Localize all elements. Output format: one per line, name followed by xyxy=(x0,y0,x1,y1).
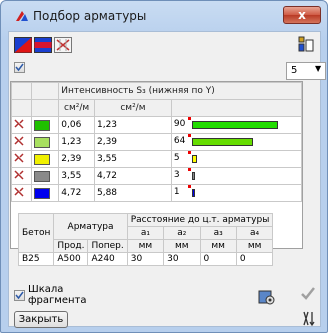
row-percent: 90 xyxy=(173,119,186,129)
row-from-value: 0,06 xyxy=(58,116,95,134)
long-label: Прод. xyxy=(53,239,89,253)
row-bar-fill xyxy=(191,138,253,146)
a4-value[interactable]: 0 xyxy=(235,252,274,266)
row-edit-icon[interactable] xyxy=(10,150,33,168)
close-button[interactable]: Закрыть xyxy=(14,311,68,328)
row-bar-fill xyxy=(191,155,197,163)
chevron-down-icon: ▼ xyxy=(315,64,322,73)
rebar-table: Бетон Арматура Расстояние до ц.т. армату… xyxy=(17,213,274,266)
a1-label: a₁ xyxy=(126,226,165,240)
apply-check-icon[interactable] xyxy=(300,286,316,302)
window-title: Подбор арматуры xyxy=(33,9,147,23)
red-mark xyxy=(187,151,191,154)
row-bar: 5 xyxy=(170,150,303,168)
intensity-header: Интенсивность S₃ (нижняя по Y) xyxy=(58,82,302,100)
row-bar: 1 xyxy=(170,184,303,202)
show-checkbox[interactable] xyxy=(14,62,25,73)
row-color-swatch[interactable] xyxy=(31,184,60,202)
mm-label: мм xyxy=(235,239,274,253)
row-color-swatch[interactable] xyxy=(31,116,60,134)
a1-value[interactable]: 30 xyxy=(126,252,165,266)
concrete-header: Бетон xyxy=(17,213,55,253)
row-bar: 3 xyxy=(170,167,303,185)
row-percent: 5 xyxy=(173,153,180,163)
row-bar: 90 xyxy=(170,116,303,134)
trans-label: Попер. xyxy=(87,239,128,253)
row-from-value: 1,23 xyxy=(58,133,95,151)
row-bar: 64 xyxy=(170,133,303,151)
row-to-value: 4,72 xyxy=(93,167,172,185)
color-gradient-icon[interactable] xyxy=(34,37,52,53)
row-from-value: 2,39 xyxy=(58,150,95,168)
table-row[interactable]: 4,72 5,88 1 xyxy=(10,184,303,202)
a2-label: a₂ xyxy=(163,226,201,240)
color-fill-icon[interactable] xyxy=(14,37,32,53)
table-row[interactable]: 1,23 2,39 64 xyxy=(10,133,303,151)
row-edit-icon[interactable] xyxy=(10,184,33,202)
row-to-value: 5,88 xyxy=(93,184,172,202)
a2-value[interactable]: 30 xyxy=(163,252,201,266)
unit-to: см²/м xyxy=(93,99,172,117)
row-color-swatch[interactable] xyxy=(31,167,60,185)
row-color-swatch[interactable] xyxy=(31,150,60,168)
row-bar-fill xyxy=(191,189,195,197)
table-row[interactable]: 0,06 1,23 90 xyxy=(10,116,303,134)
settings-icon[interactable] xyxy=(258,288,276,306)
row-percent: 64 xyxy=(173,136,186,146)
mm-label: мм xyxy=(163,239,201,253)
red-mark xyxy=(187,117,191,120)
row-edit-icon[interactable] xyxy=(10,167,33,185)
row-edit-icon[interactable] xyxy=(10,116,33,134)
concrete-value[interactable]: B25 xyxy=(17,252,55,266)
row-bar-fill xyxy=(191,172,195,180)
unit-from: см²/м xyxy=(58,99,95,117)
row-from-value: 3,55 xyxy=(58,167,95,185)
row-percent: 3 xyxy=(173,170,180,180)
fragment-scale-label: Шкала фрагмента xyxy=(28,284,87,306)
row-edit-icon[interactable] xyxy=(10,133,33,151)
layout-icon[interactable] xyxy=(297,36,315,52)
close-window-button[interactable]: x xyxy=(283,6,321,24)
mm-label: мм xyxy=(126,239,165,253)
app-icon xyxy=(16,11,28,21)
count-select-value: 5 xyxy=(291,65,298,76)
a3-value[interactable]: 0 xyxy=(199,252,237,266)
title-bar[interactable]: Подбор арматуры x xyxy=(1,1,327,29)
red-mark xyxy=(187,134,191,137)
a3-label: a₃ xyxy=(199,226,237,240)
row-bar-fill xyxy=(191,121,278,129)
row-percent: 1 xyxy=(173,187,180,197)
distance-header: Расстояние до ц.т. арматуры xyxy=(126,213,274,227)
red-mark xyxy=(187,185,191,188)
trans-value[interactable]: A240 xyxy=(87,252,128,266)
row-to-value: 3,55 xyxy=(93,150,172,168)
table-row[interactable]: 2,39 3,55 5 xyxy=(10,150,303,168)
row-to-value: 2,39 xyxy=(93,133,172,151)
close-icon: x xyxy=(298,8,306,22)
count-select[interactable]: 5 ▼ xyxy=(286,62,326,80)
long-value[interactable]: A500 xyxy=(53,252,89,266)
mm-label: мм xyxy=(199,239,237,253)
clear-colors-icon[interactable] xyxy=(54,37,72,53)
row-color-swatch[interactable] xyxy=(31,133,60,151)
a4-label: a₄ xyxy=(235,226,274,240)
row-to-value: 1,23 xyxy=(93,116,172,134)
fragment-scale-checkbox[interactable] xyxy=(14,290,25,301)
rebar-header: Арматура xyxy=(53,213,128,240)
row-from-value: 4,72 xyxy=(58,184,95,202)
sort-icon[interactable] xyxy=(302,310,318,327)
red-mark xyxy=(187,168,191,171)
table-row[interactable]: 3,55 4,72 3 xyxy=(10,167,303,185)
